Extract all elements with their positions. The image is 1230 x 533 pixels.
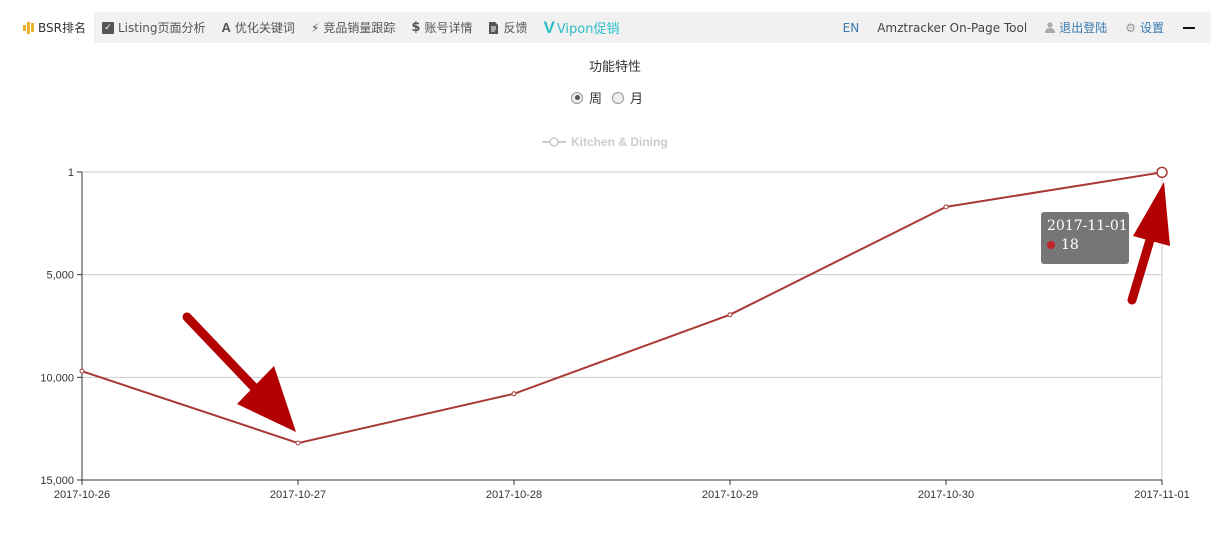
- data-point: [943, 204, 949, 210]
- tooltip-date: 2017-11-01: [1047, 218, 1128, 234]
- data-point: [79, 368, 85, 374]
- chart-tooltip: 2017-11-01 18: [1041, 212, 1129, 264]
- legend-label: Kitchen & Dining: [571, 135, 668, 149]
- chart-legend[interactable]: Kitchen & Dining: [542, 135, 668, 149]
- y-tick-label: 10,000: [40, 372, 74, 384]
- x-tick-label: 2017-10-28: [486, 489, 542, 501]
- arrow-annotation-left: [182, 312, 296, 432]
- tooltip-value: 18: [1061, 237, 1079, 253]
- data-point: [511, 391, 517, 397]
- x-tick-label: 2017-11-01: [1134, 489, 1189, 501]
- data-point: [1156, 166, 1168, 179]
- arrow-annotation-right: [1127, 182, 1170, 305]
- data-point: [295, 440, 301, 446]
- bsr-line-chart: 15,00010,00015,0002017-10-26 2017-10-27 20…: [40, 135, 1189, 501]
- data-point: [727, 312, 733, 318]
- x-tick-label: 2017-10-26: [54, 489, 110, 501]
- legend-marker: [549, 137, 559, 147]
- chart-grid: [82, 171, 1163, 481]
- annotation-arrows: [182, 182, 1170, 432]
- y-tick-label: 1: [68, 167, 74, 179]
- y-tick-label: 5,000: [46, 270, 74, 282]
- x-tick-label: 2017-10-30: [918, 489, 974, 501]
- x-tick-label: 2017-10-29: [702, 489, 758, 501]
- tooltip-series-dot: [1047, 241, 1055, 249]
- y-tick-label: 15,000: [40, 475, 74, 487]
- x-tick-label: 2017-10-27: [270, 489, 326, 501]
- chart-axes: 15,00010,00015,0002017-10-26 2017-10-27 20…: [40, 167, 1189, 501]
